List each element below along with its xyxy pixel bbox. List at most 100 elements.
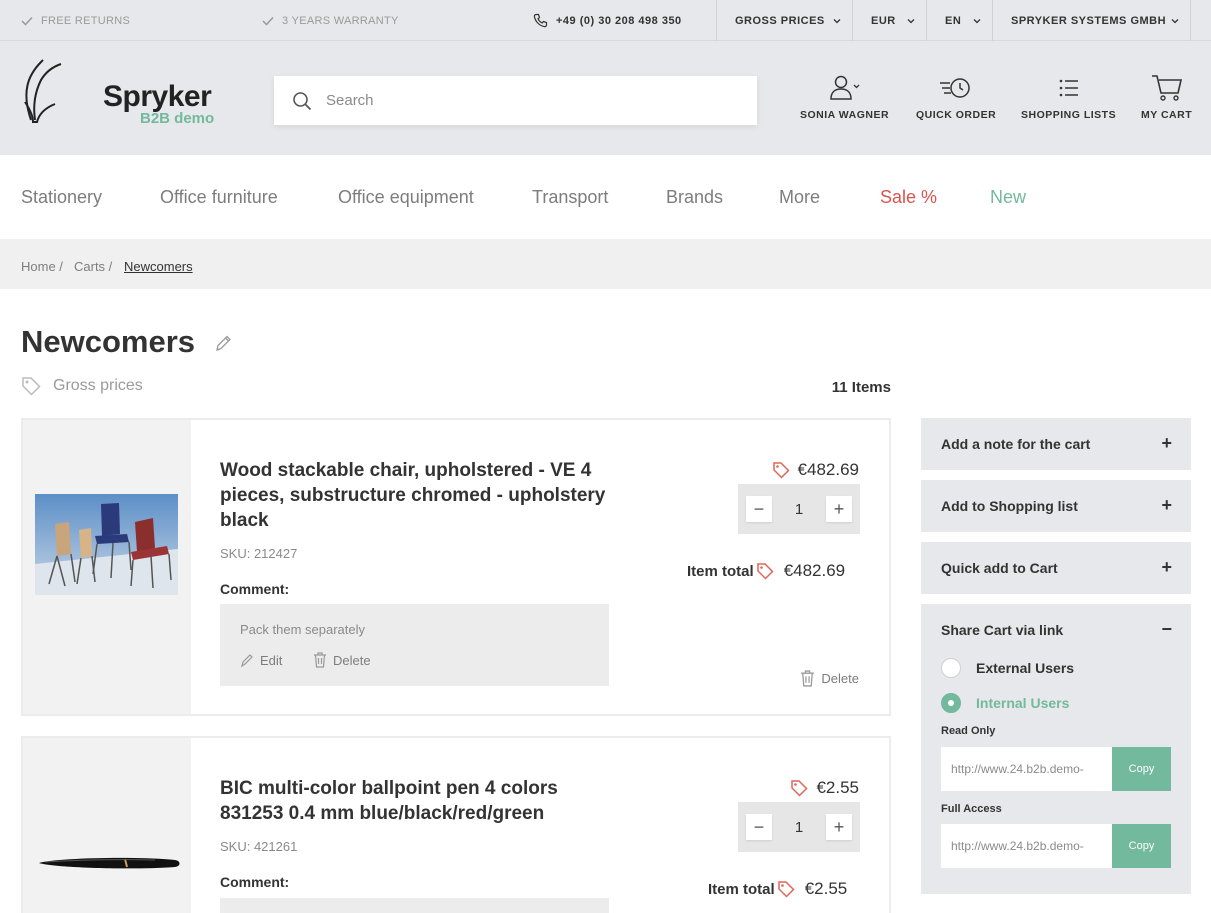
add-note-panel[interactable]: Add a note for the cart + (921, 418, 1191, 470)
nav-brands[interactable]: Brands (666, 187, 723, 208)
product-image[interactable] (23, 420, 191, 714)
quick-add-title: Quick add to Cart (941, 560, 1058, 576)
currency-select[interactable]: EUR (852, 0, 926, 41)
nav-office-equipment[interactable]: Office equipment (338, 187, 474, 208)
user-menu[interactable]: SONIA WAGNER (800, 73, 889, 121)
unit-price: €2.55 (790, 778, 859, 798)
edit-comment-button[interactable]: Edit (240, 652, 282, 668)
price-mode-select[interactable]: GROSS PRICES (716, 0, 852, 41)
cart-icon (1151, 73, 1183, 103)
logo-subtitle: B2B demo (140, 110, 215, 127)
product-image[interactable] (23, 738, 191, 913)
language-select[interactable]: EN (926, 0, 992, 41)
nav-stationery[interactable]: Stationery (21, 187, 102, 208)
quick-add-panel[interactable]: Quick add to Cart + (921, 542, 1191, 594)
pencil-icon (240, 652, 254, 668)
currency-value: EUR (871, 14, 896, 27)
product-sku: SKU: 421261 (220, 839, 298, 854)
top-bar: FREE RETURNS 3 YEARS WARRANTY +49 (0) 30… (0, 0, 1211, 41)
unit-price: €482.69 (772, 460, 859, 480)
company-select[interactable]: SPRYKER SYSTEMS GMBH (992, 0, 1191, 41)
free-returns: FREE RETURNS (21, 0, 130, 41)
my-cart-link[interactable]: MY CART (1141, 73, 1192, 121)
add-to-shopping-list-title: Add to Shopping list (941, 498, 1078, 514)
delete-comment-label: Delete (333, 652, 371, 668)
read-only-link-field[interactable] (941, 747, 1112, 791)
plus-icon: + (1161, 433, 1172, 453)
price-mode-info: Gross prices (21, 376, 143, 396)
search-icon (292, 91, 312, 111)
decrease-quantity-button[interactable]: − (746, 814, 772, 840)
share-cart-panel: Share Cart via link − External Users Int… (921, 604, 1191, 894)
delete-comment-button[interactable]: Delete (313, 652, 371, 668)
search-input[interactable] (326, 92, 706, 109)
external-users-radio[interactable]: External Users (941, 658, 1074, 678)
price-tag-icon (777, 880, 795, 898)
my-cart-label: MY CART (1141, 109, 1193, 121)
language-value: EN (945, 14, 962, 27)
breadcrumb-carts[interactable]: Carts / (74, 259, 112, 274)
internal-users-label: Internal Users (976, 695, 1070, 711)
check-icon (21, 16, 33, 26)
copy-full-access-button[interactable]: Copy (1112, 824, 1171, 868)
pen-image (39, 857, 180, 869)
user-name: SONIA WAGNER (800, 109, 890, 121)
breadcrumb-carts-label: Carts (74, 259, 106, 274)
trash-icon (800, 670, 815, 687)
phone-link[interactable]: +49 (0) 30 208 498 350 (533, 0, 682, 41)
trash-icon (313, 652, 327, 668)
minus-icon[interactable]: − (1161, 619, 1172, 640)
share-cart-title[interactable]: Share Cart via link (941, 622, 1063, 638)
unit-price-value: €482.69 (797, 460, 859, 479)
read-only-link-row: Copy (941, 747, 1171, 791)
nav-more[interactable]: More (779, 187, 820, 208)
logo-name: Spryker (103, 80, 212, 113)
copy-read-only-button[interactable]: Copy (1112, 747, 1171, 791)
internal-users-radio[interactable]: Internal Users (941, 693, 1069, 713)
chevron-down-icon (1171, 18, 1179, 24)
quantity-value[interactable]: 1 (795, 819, 803, 836)
breadcrumb: Home / Carts / Newcomers (0, 239, 1211, 289)
radio-button-selected (941, 693, 961, 713)
increase-quantity-button[interactable]: + (826, 496, 852, 522)
phone-icon (533, 13, 548, 28)
shopping-lists-label: SHOPPING LISTS (1021, 109, 1117, 121)
quick-order-link[interactable]: QUICK ORDER (916, 73, 996, 121)
add-note-title: Add a note for the cart (941, 436, 1091, 452)
item-total-label: Item total (708, 880, 775, 898)
increase-quantity-button[interactable]: + (826, 814, 852, 840)
nav-sale[interactable]: Sale % (880, 187, 937, 208)
full-access-link-field[interactable] (941, 824, 1112, 868)
list-icon (1059, 73, 1079, 103)
logo-link[interactable]: Spryker B2B demo (21, 58, 221, 128)
phone-number: +49 (0) 30 208 498 350 (556, 14, 682, 27)
breadcrumb-home[interactable]: Home / (21, 259, 63, 274)
add-to-shopping-list-panel[interactable]: Add to Shopping list + (921, 480, 1191, 532)
decrease-quantity-button[interactable]: − (746, 496, 772, 522)
full-access-label: Full Access (941, 803, 1002, 815)
product-sku: SKU: 212427 (220, 546, 298, 561)
product-name[interactable]: BIC multi-color ballpoint pen 4 colors 8… (220, 776, 580, 826)
nav-new[interactable]: New (990, 187, 1026, 208)
header: Spryker B2B demo SONIA WAGNER QUICK ORDE… (0, 41, 1211, 155)
nav-office-furniture[interactable]: Office furniture (160, 187, 278, 208)
comment-box: Pack them separately Edit Delete (220, 604, 609, 686)
search-bar[interactable] (274, 76, 757, 125)
price-tag-icon (790, 779, 809, 797)
plus-icon: + (1161, 557, 1172, 577)
price-mode-label: Gross prices (53, 377, 143, 394)
product-name[interactable]: Wood stackable chair, upholstered - VE 4… (220, 458, 620, 533)
quick-order-label: QUICK ORDER (916, 109, 997, 121)
nav-transport[interactable]: Transport (532, 187, 608, 208)
cart-item: Wood stackable chair, upholstered - VE 4… (21, 418, 891, 716)
delete-item-button[interactable]: Delete (800, 670, 859, 687)
quantity-value[interactable]: 1 (795, 501, 803, 518)
shopping-lists-link[interactable]: SHOPPING LISTS (1021, 73, 1116, 121)
item-count: 11 Items (831, 379, 891, 396)
external-users-label: External Users (976, 660, 1075, 676)
tag-icon (21, 376, 41, 396)
quantity-stepper: − 1 + (738, 802, 860, 852)
delete-item-label: Delete (821, 671, 859, 686)
unit-price-value: €2.55 (816, 778, 859, 797)
edit-cart-name-icon[interactable] (214, 333, 232, 353)
